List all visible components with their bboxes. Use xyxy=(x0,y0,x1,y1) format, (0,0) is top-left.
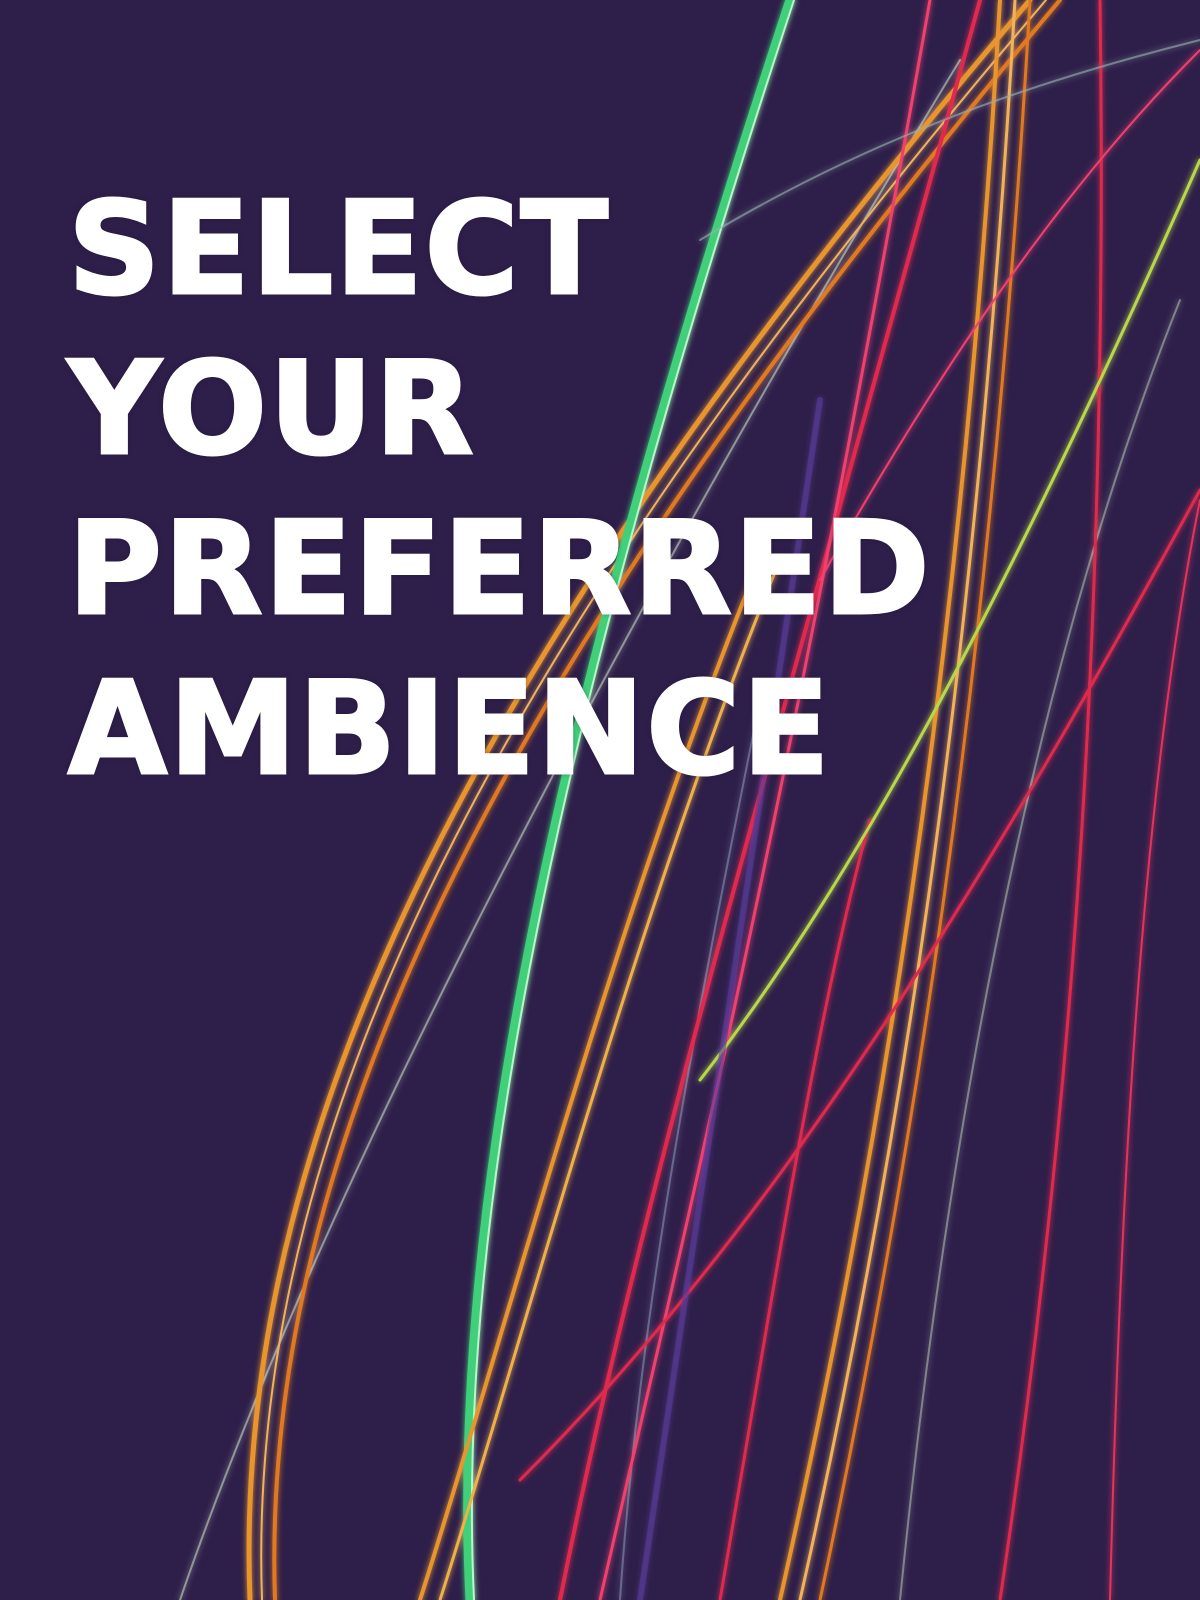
headline-line-4: AMBIENCE xyxy=(67,654,832,806)
light-trail xyxy=(1109,499,1200,1600)
headline-line-1: SELECT xyxy=(67,174,610,326)
light-trail xyxy=(718,818,872,1600)
headline-line-3: PREFERRED xyxy=(67,494,932,646)
headline: SELECT YOUR PREFERRED AMBIENCE xyxy=(67,170,1068,810)
light-trail xyxy=(619,699,761,1600)
headline-line-2: YOUR xyxy=(67,334,476,486)
